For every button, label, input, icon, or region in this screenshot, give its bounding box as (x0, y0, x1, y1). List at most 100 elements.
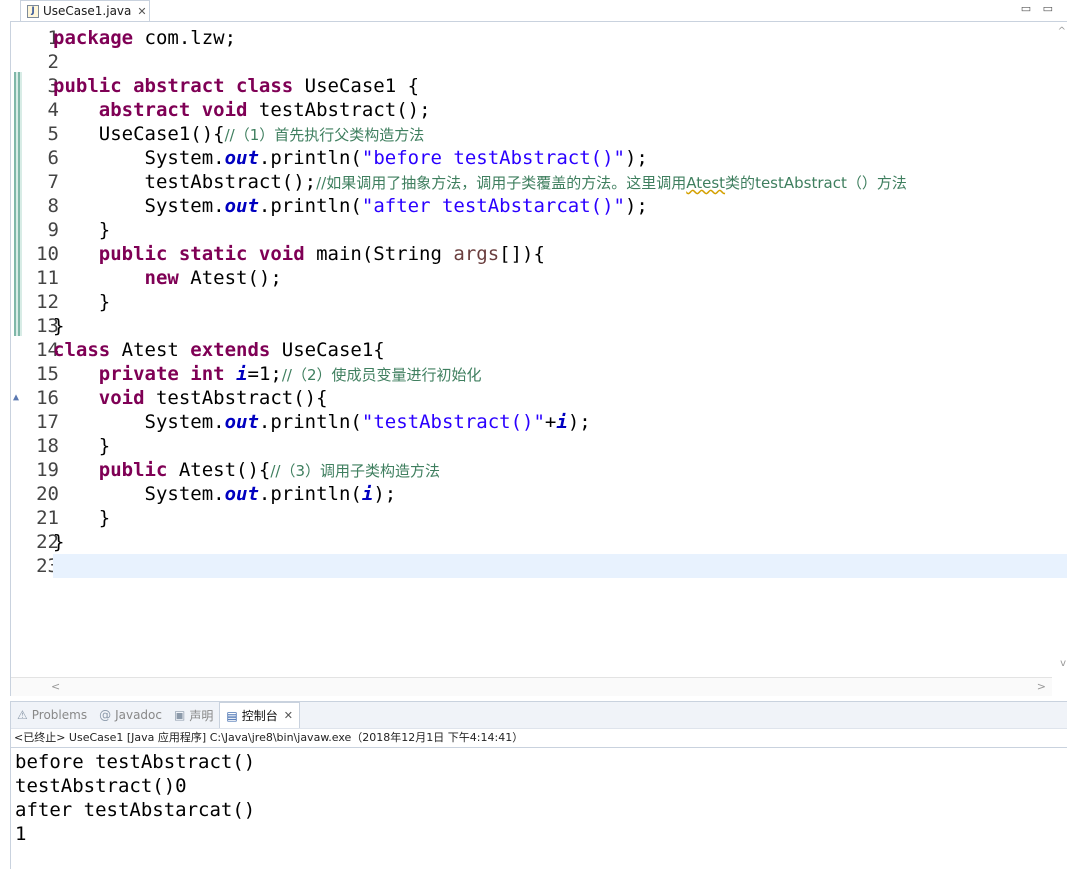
code-text-area[interactable]: package com.lzw; public abstract class U… (53, 26, 1067, 578)
code-token: System. (53, 411, 225, 433)
code-token: class (53, 339, 111, 361)
code-line[interactable]: } (53, 290, 1052, 314)
code-token: .println( (258, 147, 362, 169)
code-token: 类的 (725, 174, 756, 192)
code-token: } (53, 435, 111, 457)
code-token: } (53, 531, 65, 553)
code-editor[interactable]: 1 2 3 4 5 6 7 8 9 10 11 12 13 14 15 16 ▲ 17 18 19 20 21 22 23 p… (10, 22, 1067, 696)
scroll-right-icon[interactable]: > (1037, 680, 1046, 693)
code-token: + (544, 411, 557, 433)
javadoc-icon: @ (99, 708, 112, 722)
horizontal-scrollbar[interactable]: < > (11, 677, 1052, 696)
code-line[interactable]: System.out.println("before testAbstract(… (53, 146, 1052, 170)
code-line[interactable] (53, 50, 1052, 74)
code-token: UseCase1{ (270, 339, 385, 361)
code-token: []){ (499, 243, 545, 265)
code-token: public (98, 459, 168, 481)
code-line[interactable] (53, 554, 1067, 578)
code-line[interactable]: abstract void testAbstract(); (53, 98, 1052, 122)
code-line[interactable]: } (53, 506, 1052, 530)
tab-declaration[interactable]: ▣ 声明 (168, 702, 219, 728)
code-token: //如果调用了抽象方法，调用子类覆盖的方法。这里调用 (316, 174, 687, 192)
console-icon: ▤ (226, 708, 238, 723)
code-line[interactable]: } (53, 434, 1052, 458)
code-token: extends (190, 339, 271, 361)
tab-problems[interactable]: ⚠ Problems (11, 702, 93, 728)
code-line[interactable]: private int i=1;//（2）使成员变量进行初始化 (53, 362, 1052, 386)
code-line[interactable]: System.out.println("after testAbstarcat(… (53, 194, 1052, 218)
code-token: args (453, 243, 500, 265)
code-token: UseCase1(){ (53, 123, 225, 145)
code-token: //（3）调用子类构造方法 (270, 462, 441, 480)
code-token: testAbstract(); (53, 171, 317, 193)
code-line[interactable]: System.out.println("testAbstract()"+i); (53, 410, 1052, 434)
code-token: "after testAbstarcat()" (361, 195, 625, 217)
code-token: out (224, 147, 259, 169)
code-token: Atest (686, 174, 726, 192)
quick-diff-bar (14, 72, 22, 336)
code-line[interactable]: package com.lzw; (53, 26, 1052, 50)
editor-tab-usecase1[interactable]: J UseCase1.java ✕ (20, 0, 150, 21)
code-token: i (236, 363, 248, 385)
console-output-line: before testAbstract() (15, 751, 256, 773)
code-line[interactable]: UseCase1(){//（1）首先执行父类构造方法 (53, 122, 1052, 146)
code-token: //（2）使成员变量进行初始化 (281, 366, 482, 384)
code-line[interactable]: } (53, 314, 1052, 338)
scroll-left-icon[interactable]: < (51, 680, 60, 693)
code-line[interactable]: public static void main(String args[]){ (53, 242, 1052, 266)
console-output[interactable]: before testAbstract() testAbstract()0 afte… (11, 748, 1067, 846)
close-icon[interactable]: ✕ (284, 709, 293, 722)
console-status-line: <已终止> UseCase1 [Java 应用程序] C:\Java\jre8\… (11, 729, 1067, 748)
code-token: com.lzw; (133, 27, 237, 49)
console-tab-bar: ⚠ Problems @ Javadoc ▣ 声明 ▤ 控制台 ✕ (11, 702, 1067, 729)
code-line[interactable]: new Atest(); (53, 266, 1052, 290)
minimize-maximize-icon[interactable]: ▭ ▭ (1021, 2, 1057, 15)
scroll-down-icon[interactable]: v (1060, 658, 1066, 669)
code-line[interactable]: public Atest(){//（3）调用子类构造方法 (53, 458, 1052, 482)
scroll-up-icon[interactable]: ^ (1058, 26, 1066, 37)
code-token: .println( (258, 483, 362, 505)
code-token: Atest (110, 339, 191, 361)
code-line[interactable]: } (53, 218, 1052, 242)
code-token: ); (624, 147, 648, 169)
code-line[interactable]: } (53, 530, 1052, 554)
declaration-icon: ▣ (173, 708, 186, 722)
close-icon[interactable]: ✕ (137, 5, 146, 18)
tab-label: Problems (31, 708, 88, 722)
code-line[interactable]: testAbstract();//如果调用了抽象方法，调用子类覆盖的方法。这里调… (53, 170, 1052, 194)
tab-label: 声明 (189, 708, 214, 723)
code-line[interactable]: System.out.println(i); (53, 482, 1052, 506)
code-token: .println( (258, 195, 362, 217)
code-line[interactable]: public abstract class UseCase1 { (53, 74, 1052, 98)
console-output-line: after testAbstarcat() (15, 799, 256, 821)
java-file-icon: J (27, 4, 39, 18)
code-token: public static void (98, 243, 305, 265)
problems-icon: ⚠ (17, 708, 28, 722)
tab-label: Javadoc (115, 708, 162, 722)
code-token: i (556, 411, 568, 433)
code-line[interactable]: void testAbstract(){ (53, 386, 1052, 410)
tab-javadoc[interactable]: @ Javadoc (93, 702, 168, 728)
code-token: } (53, 291, 111, 313)
console-output-line: 1 (15, 823, 27, 845)
override-marker-icon[interactable]: ▲ (13, 386, 19, 410)
code-token: public abstract class (53, 75, 294, 97)
code-token: （）方法 (846, 174, 907, 192)
code-line[interactable]: class Atest extends UseCase1{ (53, 338, 1052, 362)
code-token: abstract void (98, 99, 248, 121)
code-token: Atest(); (178, 267, 282, 289)
tab-console[interactable]: ▤ 控制台 ✕ (219, 702, 300, 728)
editor-tab-bar: J UseCase1.java ✕ ▭ ▭ (10, 0, 1067, 22)
code-token: =1; (247, 363, 282, 385)
code-token: out (224, 483, 259, 505)
code-token: Atest(){ (167, 459, 271, 481)
code-token: } (53, 507, 111, 529)
code-token: "testAbstract()" (361, 411, 545, 433)
code-token: "before testAbstract()" (361, 147, 625, 169)
code-token: ); (624, 195, 648, 217)
